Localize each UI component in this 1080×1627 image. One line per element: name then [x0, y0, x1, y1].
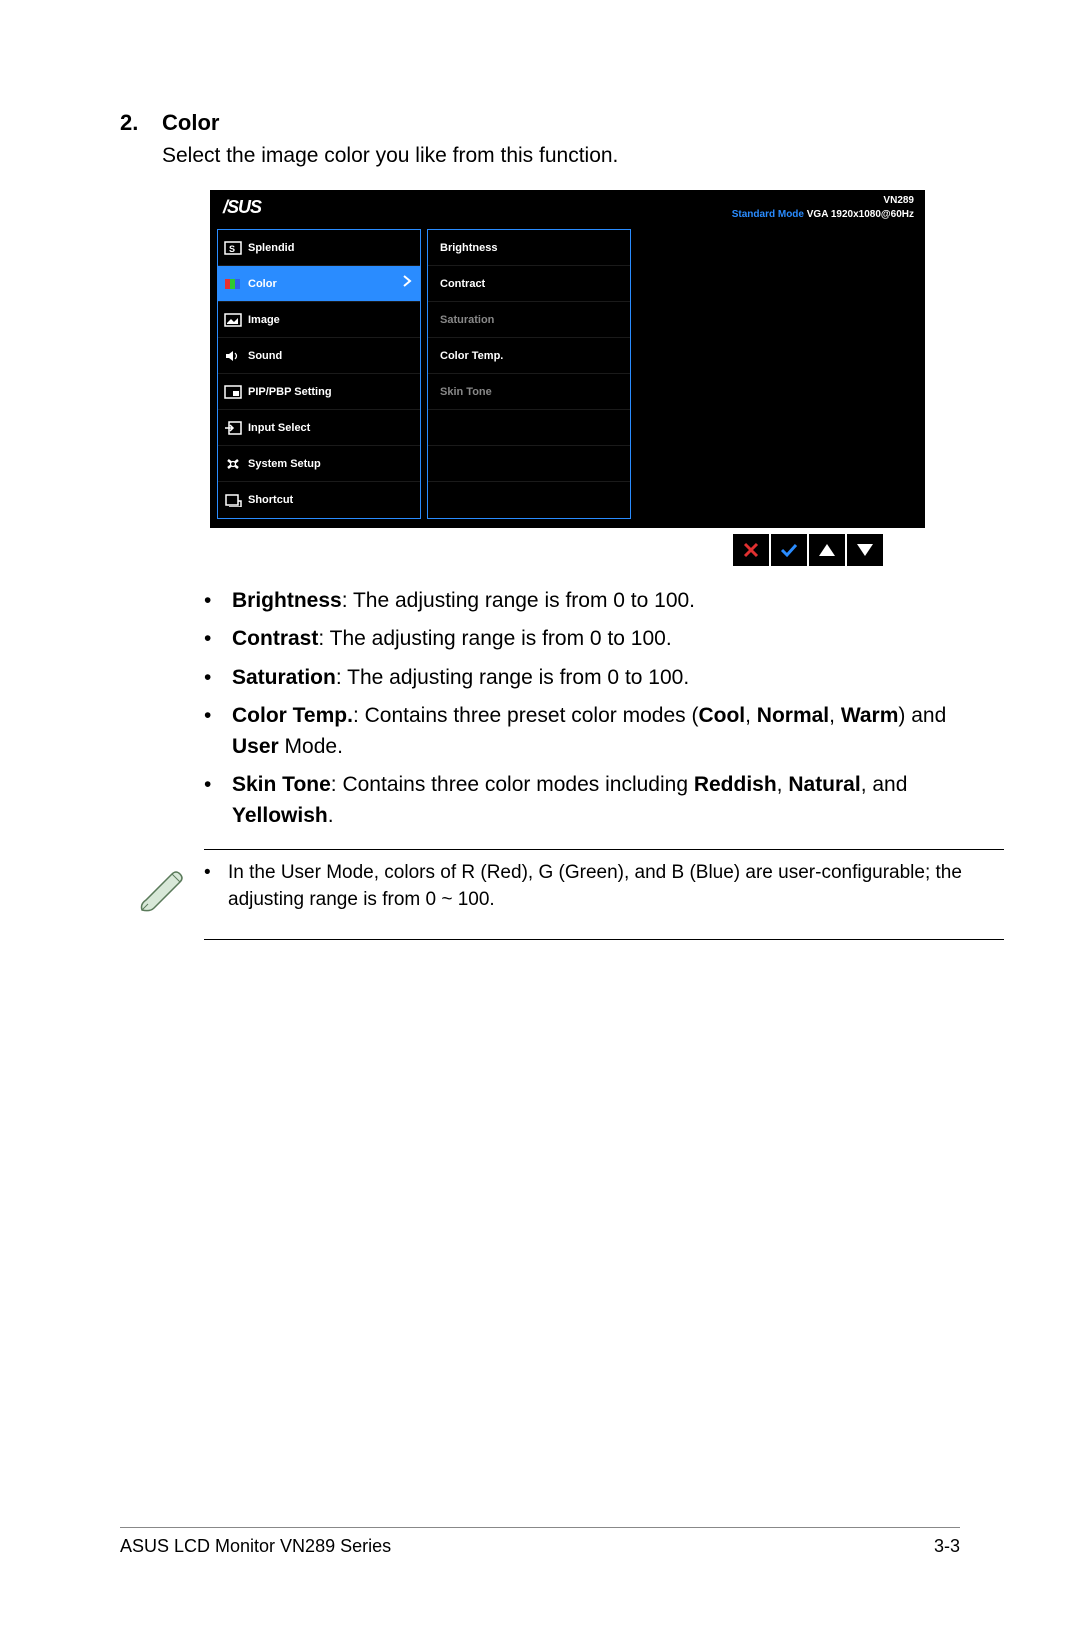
menu-item-image[interactable]: Image: [218, 302, 420, 338]
sound-icon: [218, 349, 248, 363]
pencil-icon: [132, 860, 204, 925]
color-icon: [218, 277, 248, 291]
image-icon: [218, 313, 248, 327]
submenu-empty: [428, 446, 630, 482]
osd-left-menu: S Splendid Color: [217, 229, 421, 519]
submenu-brightness[interactable]: Brightness: [428, 230, 630, 266]
menu-label: Shortcut: [248, 494, 420, 506]
menu-item-splendid[interactable]: S Splendid: [218, 230, 420, 266]
input-icon: [218, 421, 248, 435]
osd-mode-label: Standard Mode: [732, 209, 804, 220]
asus-logo: /SUS: [223, 197, 261, 218]
osd-model: VN289: [883, 195, 914, 206]
pip-icon: [218, 385, 248, 399]
footer-rule: [120, 1527, 960, 1528]
section-number: 2.: [120, 110, 162, 136]
note-text: In the User Mode, colors of R (Red), G (…: [204, 860, 1004, 913]
submenu-colortemp[interactable]: Color Temp.: [428, 338, 630, 374]
bullet-colortemp: Color Temp.: Contains three preset color…: [204, 701, 960, 762]
splendid-icon: S: [218, 241, 248, 255]
section-title: Color: [162, 110, 219, 135]
menu-item-system[interactable]: System Setup: [218, 446, 420, 482]
menu-label: Sound: [248, 350, 420, 362]
page-footer: ASUS LCD Monitor VN289 Series 3-3: [120, 1527, 960, 1557]
bullet-contrast: Contrast: The adjusting range is from 0 …: [204, 624, 960, 654]
bullet-brightness: Brightness: The adjusting range is from …: [204, 586, 960, 616]
menu-item-pip[interactable]: PIP/PBP Setting: [218, 374, 420, 410]
menu-label: Splendid: [248, 242, 420, 254]
bullet-skintone: Skin Tone: Contains three color modes in…: [204, 770, 960, 831]
bullet-saturation: Saturation: The adjusting range is from …: [204, 663, 960, 693]
close-button[interactable]: [733, 534, 769, 566]
submenu-skintone[interactable]: Skin Tone: [428, 374, 630, 410]
section-intro: Select the image color you like from thi…: [162, 144, 960, 168]
submenu-label: Saturation: [428, 314, 494, 326]
osd-right-menu: Brightness Contract Saturation Color Tem…: [427, 229, 631, 519]
submenu-label: Skin Tone: [428, 386, 492, 398]
svg-text:S: S: [229, 244, 235, 254]
osd-controls: [210, 534, 925, 566]
menu-item-shortcut[interactable]: Shortcut: [218, 482, 420, 518]
menu-item-sound[interactable]: Sound: [218, 338, 420, 374]
menu-label: Color: [248, 278, 420, 290]
footer-right: 3-3: [934, 1536, 960, 1557]
footer-left: ASUS LCD Monitor VN289 Series: [120, 1536, 391, 1557]
menu-item-input[interactable]: Input Select: [218, 410, 420, 446]
section-heading: 2.Color: [120, 110, 960, 136]
menu-label: Input Select: [248, 422, 420, 434]
menu-label: PIP/PBP Setting: [248, 386, 420, 398]
osd-screenshot: /SUS VN289 Standard Mode VGA 1920x1080@6…: [210, 190, 925, 528]
confirm-button[interactable]: [771, 534, 807, 566]
note-rule-bottom: [204, 939, 1004, 940]
bullet-list: Brightness: The adjusting range is from …: [204, 586, 960, 831]
submenu-empty: [428, 410, 630, 446]
menu-label: System Setup: [248, 458, 420, 470]
submenu-contract[interactable]: Contract: [428, 266, 630, 302]
osd-mode: Standard Mode VGA 1920x1080@60Hz: [732, 209, 914, 220]
submenu-label: Contract: [428, 278, 485, 290]
submenu-label: Color Temp.: [428, 350, 503, 362]
submenu-empty: [428, 482, 630, 518]
submenu-saturation[interactable]: Saturation: [428, 302, 630, 338]
note-rule-top: [204, 849, 1004, 850]
osd-mode-signal: VGA 1920x1080@60Hz: [807, 209, 914, 220]
osd-header: /SUS VN289 Standard Mode VGA 1920x1080@6…: [211, 191, 924, 227]
down-button[interactable]: [847, 534, 883, 566]
menu-item-color[interactable]: Color: [218, 266, 420, 302]
up-button[interactable]: [809, 534, 845, 566]
chevron-right-icon: [402, 274, 412, 293]
menu-label: Image: [248, 314, 420, 326]
shortcut-icon: [218, 493, 248, 507]
system-icon: [218, 457, 248, 471]
note-block: In the User Mode, colors of R (Red), G (…: [204, 849, 1004, 940]
submenu-label: Brightness: [428, 242, 497, 254]
